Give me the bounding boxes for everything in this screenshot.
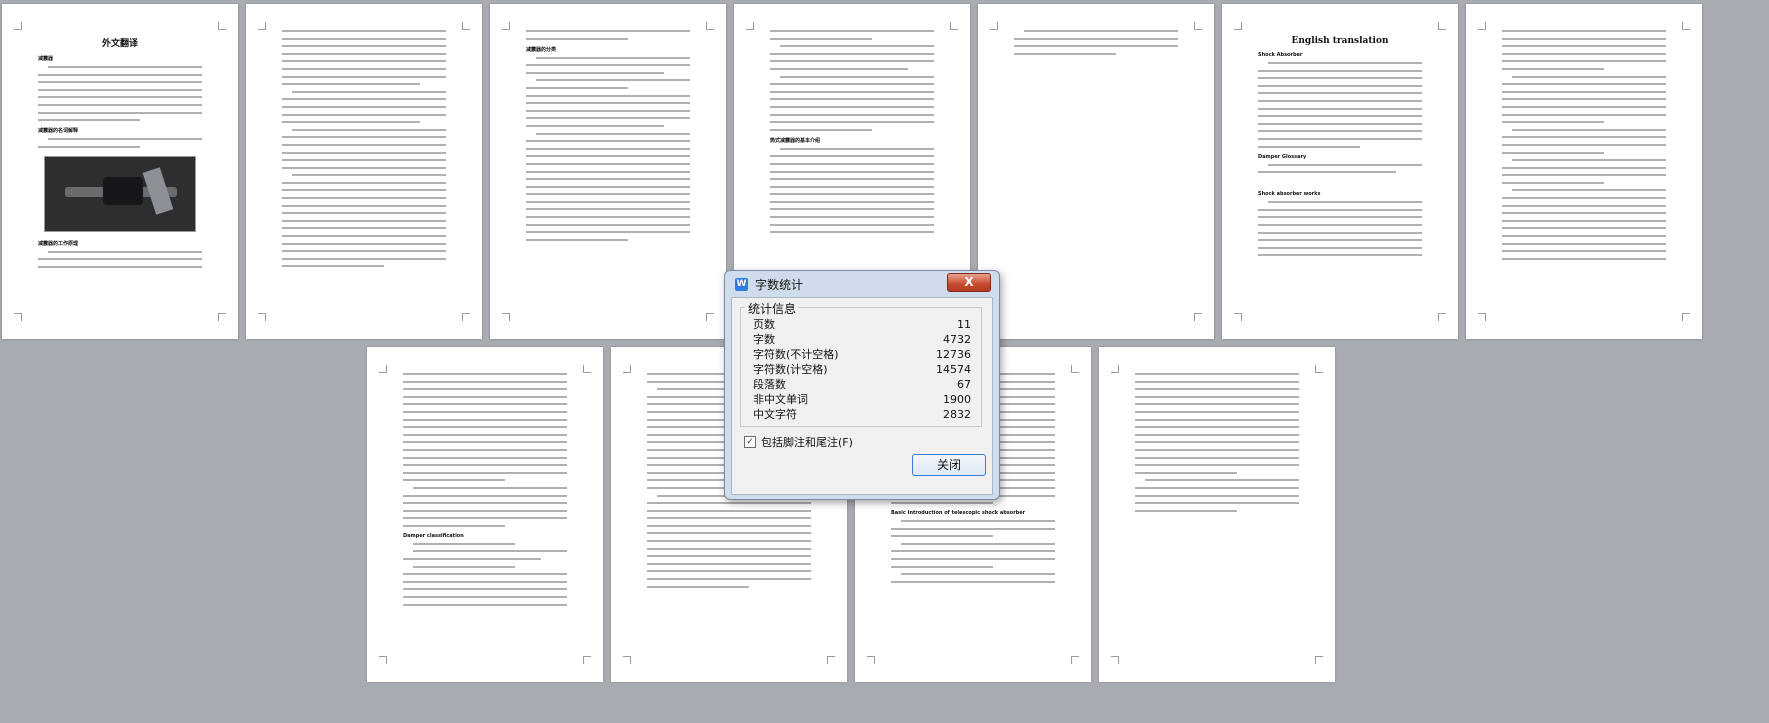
stat-row-non-chinese-words: 非中文单词 1900 xyxy=(753,392,971,407)
document-page-3: 减震器的分类 xyxy=(490,4,726,339)
section-heading: 减震器的分类 xyxy=(526,46,557,53)
shock-absorber-photo xyxy=(44,155,196,232)
stat-value: 67 xyxy=(957,378,971,391)
include-footnotes-option[interactable]: ✓ 包括脚注和尾注(F) xyxy=(744,434,853,450)
section-heading: 减震器的工作原理 xyxy=(38,240,79,247)
document-page-2 xyxy=(246,4,482,339)
stat-label: 字符数(计空格) xyxy=(753,363,828,376)
section-heading: Shock absorber works xyxy=(1258,191,1321,198)
page-title: English translation xyxy=(1291,36,1389,46)
close-button[interactable]: 关闭 xyxy=(912,454,986,476)
stat-row-chinese-chars: 中文字符 2832 xyxy=(753,407,971,422)
stat-label: 非中文单词 xyxy=(753,393,808,406)
include-footnotes-checkbox[interactable]: ✓ xyxy=(744,436,756,448)
dialog-titlebar[interactable]: W 字数统计 X xyxy=(725,271,999,295)
stat-label: 页数 xyxy=(753,318,775,331)
dialog-body: 统计信息 页数 11 字数 4732 字符数(不计空格) 12736 字符数(计空格)… xyxy=(731,297,993,495)
dialog-title: 字数统计 xyxy=(755,278,804,292)
close-icon[interactable]: X xyxy=(947,273,991,292)
include-footnotes-label: 包括脚注和尾注(F) xyxy=(761,436,853,449)
word-count-dialog: W 字数统计 X 统计信息 页数 11 字数 4732 字符数(不计空格) 12736… xyxy=(724,270,1000,500)
page-title: 外文翻译 xyxy=(101,39,138,49)
stat-row-words: 字数 4732 xyxy=(753,332,971,347)
document-page-6: English translation Shock Absorber Dampe… xyxy=(1222,4,1458,339)
section-heading: 筒式减震器的基本介绍 xyxy=(770,137,821,144)
stat-value: 1900 xyxy=(943,393,971,406)
stat-value: 11 xyxy=(957,318,971,331)
section-heading: Damper Glossary xyxy=(1258,153,1307,160)
document-page-1: 外文翻译 减震器 减震器的名词解释 减震器的工作原理 xyxy=(2,4,238,339)
stat-label: 字符数(不计空格) xyxy=(753,348,839,361)
statistics-group-label: 统计信息 xyxy=(745,300,800,317)
stat-row-chars-no-spaces: 字符数(不计空格) 12736 xyxy=(753,347,971,362)
stat-value: 4732 xyxy=(943,333,971,346)
section-heading: Damper classification xyxy=(403,532,464,539)
stat-label: 段落数 xyxy=(753,378,786,391)
stat-label: 中文字符 xyxy=(753,408,797,421)
document-page-8: Damper classification xyxy=(367,347,603,682)
stat-value: 12736 xyxy=(936,348,971,361)
section-heading: 减震器的名词解释 xyxy=(38,128,79,135)
stat-row-paragraphs: 段落数 67 xyxy=(753,377,971,392)
stat-row-chars-with-spaces: 字符数(计空格) 14574 xyxy=(753,362,971,377)
statistics-group: 统计信息 页数 11 字数 4732 字符数(不计空格) 12736 字符数(计空格)… xyxy=(740,300,982,427)
document-page-5 xyxy=(978,4,1214,339)
stat-value: 14574 xyxy=(936,363,971,376)
stat-row-pages: 页数 11 xyxy=(753,317,971,332)
stats-list: 页数 11 字数 4732 字符数(不计空格) 12736 字符数(计空格) 14574… xyxy=(753,317,971,422)
document-page-11 xyxy=(1099,347,1335,682)
wps-app-icon: W xyxy=(735,278,748,291)
document-page-7 xyxy=(1466,4,1702,339)
section-heading: Shock Absorber xyxy=(1258,52,1303,58)
section-heading: Basic Introduction of telescopic shock a… xyxy=(891,510,1026,517)
stat-value: 2832 xyxy=(943,408,971,421)
stat-label: 字数 xyxy=(753,333,775,346)
section-heading: 减震器 xyxy=(38,56,54,62)
